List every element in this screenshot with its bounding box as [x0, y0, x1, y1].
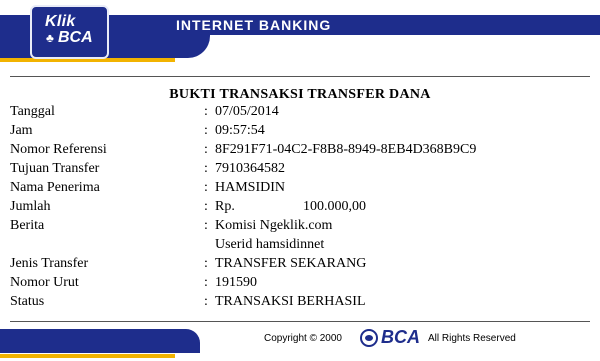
detail-value-line2: Userid hamsidinnet — [215, 237, 325, 252]
detail-value: TRANSAKSI BERHASIL — [215, 294, 366, 309]
detail-colon: : — [204, 218, 208, 233]
footer-copyright: Copyright © 2000 — [264, 333, 342, 344]
detail-colon: : — [204, 199, 208, 214]
detail-value: HAMSIDIN — [215, 180, 285, 195]
footer-bar — [0, 329, 200, 353]
detail-row-status: Status : TRANSAKSI BERHASIL — [10, 292, 570, 311]
detail-row-nomor-referensi: Nomor Referensi : 8F291F71-04C2-F8B8-894… — [10, 140, 570, 159]
detail-value: 09:57:54 — [215, 123, 265, 138]
bca-mark-icon — [360, 329, 378, 347]
amount-value: 100.000,00 — [303, 199, 366, 214]
detail-row-jenis-transfer: Jenis Transfer : TRANSFER SEKARANG — [10, 254, 570, 273]
detail-colon: : — [204, 256, 208, 271]
detail-label: Tujuan Transfer — [10, 161, 100, 176]
detail-label: Jam — [10, 123, 33, 138]
detail-row-nama-penerima: Nama Penerima : HAMSIDIN — [10, 178, 570, 197]
detail-colon: : — [204, 275, 208, 290]
detail-colon: : — [204, 294, 208, 309]
detail-colon: : — [204, 123, 208, 138]
klikbca-logo[interactable]: Klik ♣ BCA — [30, 5, 109, 59]
detail-row-berita: Berita : Komisi Ngeklik.com Userid hamsi… — [10, 216, 570, 254]
header-title: INTERNET BANKING — [176, 17, 332, 33]
bca-footer-logo: BCA — [360, 327, 422, 349]
header-divider — [10, 76, 590, 77]
detail-colon: : — [204, 161, 208, 176]
detail-colon: : — [204, 180, 208, 195]
detail-label: Jenis Transfer — [10, 256, 89, 271]
detail-label: Nomor Referensi — [10, 142, 107, 157]
amount-currency: Rp. — [215, 199, 235, 214]
bca-logo-text: BCA — [381, 327, 420, 347]
logo-mark-icon: ♣ — [46, 31, 54, 45]
detail-label: Berita — [10, 218, 45, 233]
detail-row-tujuan-transfer: Tujuan Transfer : 7910364582 — [10, 159, 570, 178]
detail-row-tanggal: Tanggal : 07/05/2014 — [10, 102, 570, 121]
receipt-title: BUKTI TRANSAKSI TRANSFER DANA — [169, 87, 431, 102]
detail-row-jam: Jam : 09:57:54 — [10, 121, 570, 140]
app-header: Klik ♣ BCA INTERNET BANKING — [0, 0, 600, 62]
detail-value: 191590 — [215, 275, 257, 290]
detail-label: Nomor Urut — [10, 275, 79, 290]
footer-rights: All Rights Reserved — [428, 333, 516, 344]
detail-colon: : — [204, 142, 208, 157]
detail-row-nomor-urut: Nomor Urut : 191590 — [10, 273, 570, 292]
detail-value: TRANSFER SEKARANG — [215, 256, 367, 271]
detail-label: Status — [10, 294, 45, 309]
detail-value: 7910364582 — [215, 161, 285, 176]
footer-divider — [10, 321, 590, 322]
receipt-details: Tanggal : 07/05/2014 Jam : 09:57:54 Nomo… — [10, 102, 570, 311]
detail-label: Nama Penerima — [10, 180, 100, 195]
logo-bca-text: BCA — [58, 29, 93, 46]
detail-value: Komisi Ngeklik.com — [215, 218, 333, 233]
footer-accent-stripe — [0, 354, 175, 358]
detail-label: Tanggal — [10, 104, 55, 119]
detail-row-jumlah: Jumlah : Rp. 100.000,00 — [10, 197, 570, 216]
detail-colon: : — [204, 104, 208, 119]
detail-value: 07/05/2014 — [215, 104, 279, 119]
detail-value: 8F291F71-04C2-F8B8-8949-8EB4D368B9C9 — [215, 142, 477, 157]
detail-label: Jumlah — [10, 199, 51, 214]
